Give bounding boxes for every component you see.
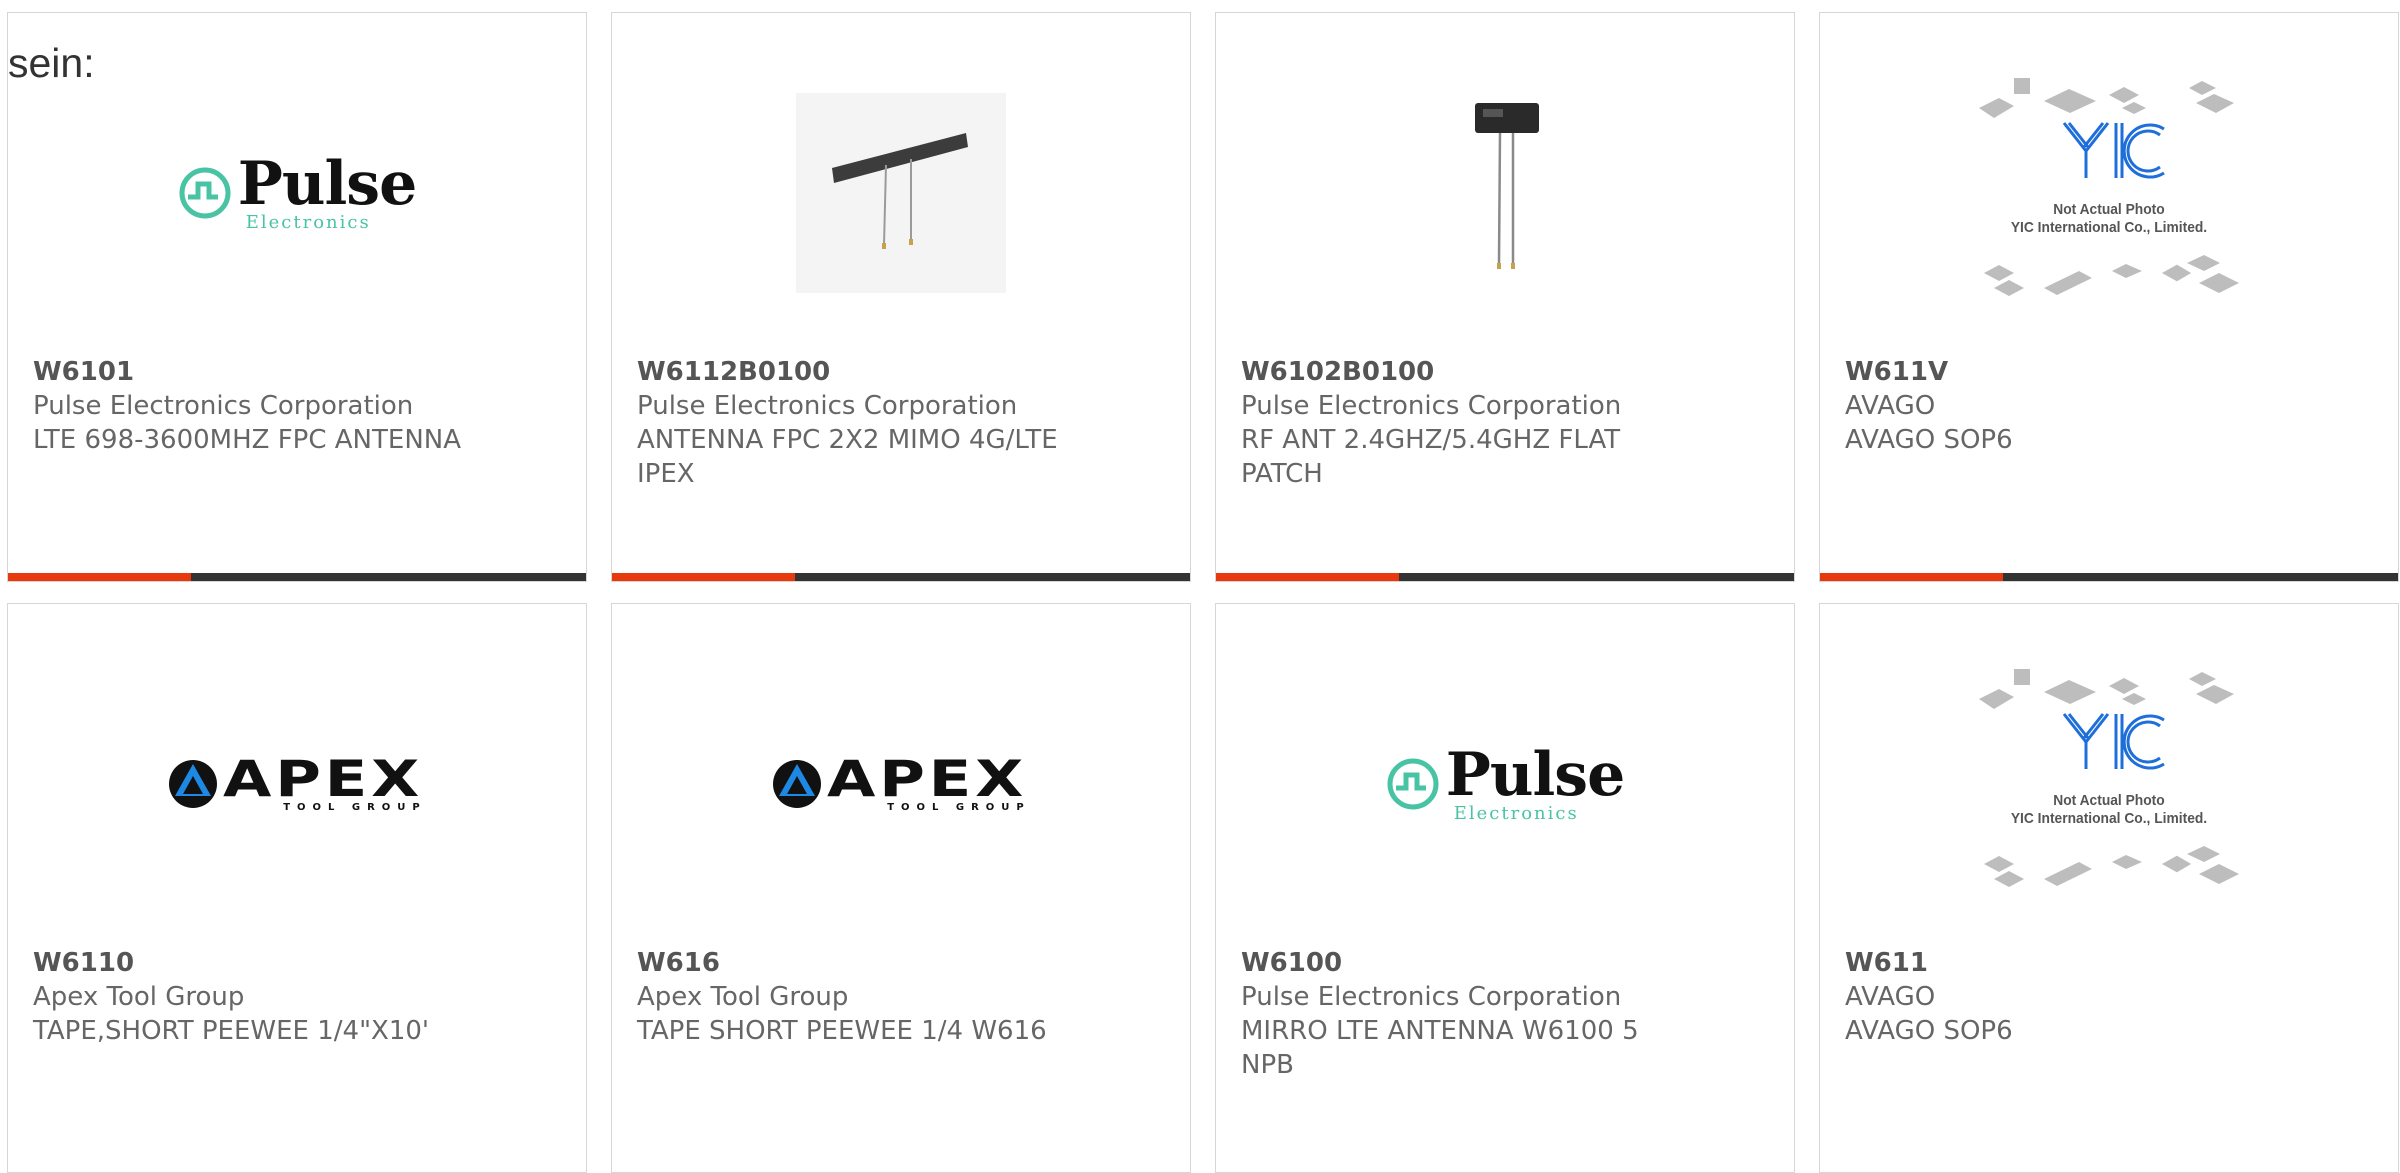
part-number-link[interactable]: W6101 — [33, 355, 466, 389]
manufacturer: Pulse Electronics Corporation — [33, 391, 414, 421]
manufacturer: Pulse Electronics Corporation — [1241, 391, 1622, 421]
product-card[interactable]: W6112B0100 Pulse Electronics Corporation… — [611, 12, 1191, 582]
product-card[interactable]: APEX TOOL GROUP W616 Apex Tool Group TAP… — [611, 603, 1191, 1173]
patch-antenna-photo — [1475, 103, 1539, 269]
part-number-link[interactable]: W616 — [637, 946, 1070, 980]
placeholder-line-1: Not Actual Photo — [2053, 792, 2165, 809]
description: TAPE SHORT PEEWEE 1/4 W616 — [637, 1016, 1047, 1046]
placeholder-line-2: YIC International Co., Limited. — [2010, 810, 2208, 827]
description: TAPE,SHORT PEEWEE 1/4"X10' — [33, 1016, 430, 1046]
part-number-link[interactable]: W6110 — [33, 946, 466, 980]
product-image[interactable]: Not Actual Photo YIC International Co., … — [1820, 73, 2398, 313]
not-actual-photo-placeholder: Not Actual Photo YIC International Co., … — [1974, 664, 2244, 904]
stray-text: sein: — [8, 40, 99, 87]
chip-packages-illustration — [1979, 78, 2239, 296]
product-card[interactable]: APEX TOOL GROUP W6110 Apex Tool Group TA… — [7, 603, 587, 1173]
product-image[interactable]: Pulse Electronics — [8, 73, 586, 313]
part-number-link[interactable]: W6102B0100 — [1241, 355, 1674, 389]
description: RF ANT 2.4GHZ/5.4GHZ FLAT PATCH — [1241, 425, 1621, 489]
manufacturer: AVAGO — [1845, 391, 1936, 421]
description: MIRRO LTE ANTENNA W6100 5 NPB — [1241, 1016, 1639, 1080]
manufacturer: AVAGO — [1845, 982, 1936, 1012]
product-card[interactable]: Pulse Electronics W6101 Pulse Electronic… — [7, 12, 587, 582]
product-card[interactable]: Pulse Electronics W6100 Pulse Electronic… — [1215, 603, 1795, 1173]
product-image[interactable]: APEX TOOL GROUP — [612, 664, 1190, 904]
card-accent-bar — [1820, 573, 2398, 581]
placeholder-line-1: Not Actual Photo — [2053, 201, 2165, 218]
manufacturer: Apex Tool Group — [637, 982, 849, 1012]
apex-tool-group-logo: APEX TOOL GROUP — [771, 754, 1031, 813]
product-image[interactable]: Pulse Electronics — [1216, 664, 1794, 904]
part-number-link[interactable]: W611 — [1845, 946, 2278, 980]
card-accent-bar — [8, 573, 586, 581]
pulse-logo-icon — [179, 167, 231, 218]
product-image[interactable]: Not Actual Photo YIC International Co., … — [1820, 664, 2398, 904]
part-number-link[interactable]: W611V — [1845, 355, 2278, 389]
manufacturer: Apex Tool Group — [33, 982, 245, 1012]
product-image[interactable]: APEX TOOL GROUP — [8, 664, 586, 904]
manufacturer: Pulse Electronics Corporation — [637, 391, 1018, 421]
product-card[interactable]: Not Actual Photo YIC International Co., … — [1819, 603, 2399, 1173]
logo-wordmark: Pulse — [1445, 739, 1625, 810]
description: AVAGO SOP6 — [1845, 425, 2013, 455]
card-accent-bar — [612, 573, 1190, 581]
pulse-electronics-logo: Pulse Electronics — [1386, 745, 1625, 824]
part-number-link[interactable]: W6100 — [1241, 946, 1674, 980]
card-accent-bar — [1216, 573, 1794, 581]
logo-wordmark: APEX — [827, 749, 1028, 808]
logo-wordmark: APEX — [223, 749, 424, 808]
description: LTE 698-3600MHZ FPC ANTENNA — [33, 425, 461, 455]
description: AVAGO SOP6 — [1845, 1016, 2013, 1046]
description: ANTENNA FPC 2X2 MIMO 4G/LTE IPEX — [637, 425, 1058, 489]
logo-subtitle: Electronics — [1453, 802, 1579, 824]
part-number-link[interactable]: W6112B0100 — [637, 355, 1070, 389]
apex-logo-icon — [169, 760, 218, 808]
product-image[interactable] — [612, 73, 1190, 313]
apex-logo-icon — [773, 760, 822, 808]
logo-subtitle: Electronics — [245, 211, 371, 233]
product-image[interactable] — [1216, 73, 1794, 313]
pulse-electronics-logo: Pulse Electronics — [178, 154, 417, 233]
pulse-logo-icon — [1387, 758, 1439, 809]
product-card[interactable]: Not Actual Photo YIC International Co., … — [1819, 12, 2399, 582]
apex-tool-group-logo: APEX TOOL GROUP — [167, 754, 427, 813]
chip-packages-illustration — [1979, 669, 2239, 887]
not-actual-photo-placeholder: Not Actual Photo YIC International Co., … — [1974, 73, 2244, 313]
product-card[interactable]: W6102B0100 Pulse Electronics Corporation… — [1215, 12, 1795, 582]
placeholder-line-2: YIC International Co., Limited. — [2010, 219, 2208, 236]
manufacturer: Pulse Electronics Corporation — [1241, 982, 1622, 1012]
logo-wordmark: Pulse — [237, 148, 417, 219]
flat-antenna-photo — [796, 93, 1006, 293]
product-grid: Pulse Electronics W6101 Pulse Electronic… — [0, 0, 2400, 1173]
